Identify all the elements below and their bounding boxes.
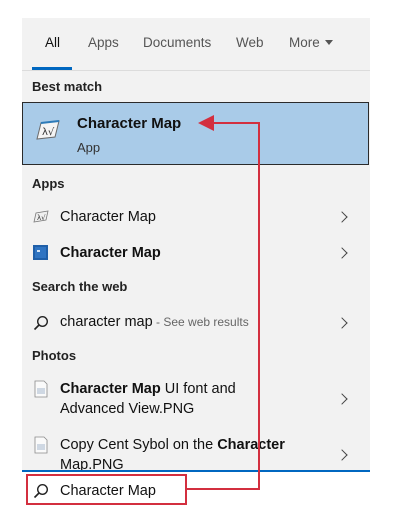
annotation-arrow	[187, 115, 260, 490]
